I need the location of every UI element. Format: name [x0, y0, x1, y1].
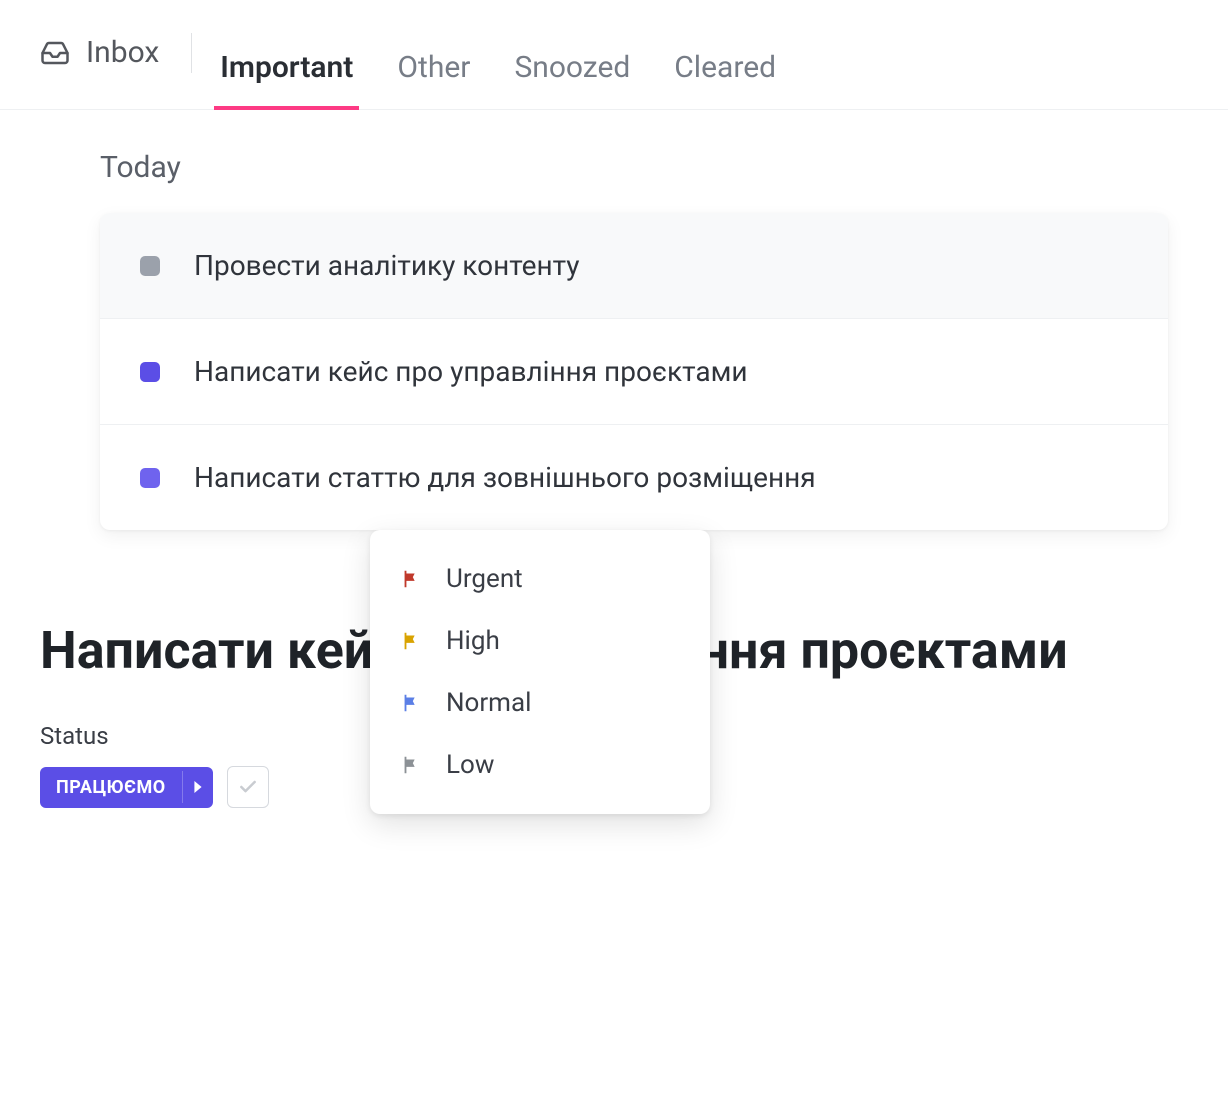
- flag-icon: [400, 754, 422, 776]
- status-row: ПРАЦЮЄМО: [40, 766, 269, 808]
- task-title: Написати кейс про управління проєктами: [194, 355, 748, 388]
- status-pill[interactable]: ПРАЦЮЄМО: [40, 767, 213, 808]
- tab-label: Other: [397, 50, 470, 85]
- priority-option-normal[interactable]: Normal: [370, 672, 710, 734]
- priority-label: Urgent: [446, 564, 523, 594]
- today-section: Today Провести аналітику контенту Написа…: [0, 110, 1228, 530]
- flag-icon: [400, 692, 422, 714]
- priority-option-low[interactable]: Low: [370, 734, 710, 796]
- task-row[interactable]: Написати кейс про управління проєктами: [100, 319, 1168, 425]
- task-row[interactable]: Написати статтю для зовнішнього розміщен…: [100, 425, 1168, 530]
- flag-icon: [400, 630, 422, 652]
- complete-check-button[interactable]: [227, 766, 269, 808]
- priority-label: Normal: [446, 688, 531, 718]
- field-status: Status ПРАЦЮЄМО: [40, 722, 269, 808]
- priority-label: High: [446, 626, 500, 656]
- status-bullet: [140, 362, 160, 382]
- task-detail: Написати кейс про управління проєктами S…: [0, 530, 1228, 808]
- tab-snoozed[interactable]: Snoozed: [514, 50, 630, 109]
- inbox-label: Inbox: [86, 35, 159, 70]
- flag-icon: [400, 568, 422, 590]
- status-value: ПРАЦЮЄМО: [40, 767, 182, 808]
- inbox-tabs: Important Other Snoozed Cleared: [220, 20, 776, 109]
- tab-other[interactable]: Other: [397, 50, 470, 109]
- vertical-divider: [191, 33, 192, 73]
- priority-option-high[interactable]: High: [370, 610, 710, 672]
- status-bullet: [140, 468, 160, 488]
- status-field-label: Status: [40, 722, 269, 750]
- topbar: Inbox Important Other Snoozed Cleared: [0, 0, 1228, 110]
- tab-label: Cleared: [674, 50, 776, 85]
- priority-popover: Urgent High Normal Low: [370, 530, 710, 814]
- check-icon: [238, 777, 258, 797]
- status-bullet: [140, 256, 160, 276]
- tab-cleared[interactable]: Cleared: [674, 50, 776, 109]
- section-title: Today: [100, 150, 1168, 185]
- task-row[interactable]: Провести аналітику контенту: [100, 213, 1168, 319]
- task-title: Провести аналітику контенту: [194, 249, 580, 282]
- task-title: Написати статтю для зовнішнього розміщен…: [194, 461, 816, 494]
- tab-important[interactable]: Important: [220, 50, 353, 109]
- priority-label: Low: [446, 750, 494, 780]
- status-next-icon: [182, 771, 213, 803]
- inbox-icon: [40, 38, 70, 68]
- priority-option-urgent[interactable]: Urgent: [370, 548, 710, 610]
- tab-label: Snoozed: [514, 50, 630, 85]
- inbox-tab[interactable]: Inbox: [40, 35, 159, 94]
- task-list-card: Провести аналітику контенту Написати кей…: [100, 213, 1168, 530]
- tab-label: Important: [220, 50, 353, 85]
